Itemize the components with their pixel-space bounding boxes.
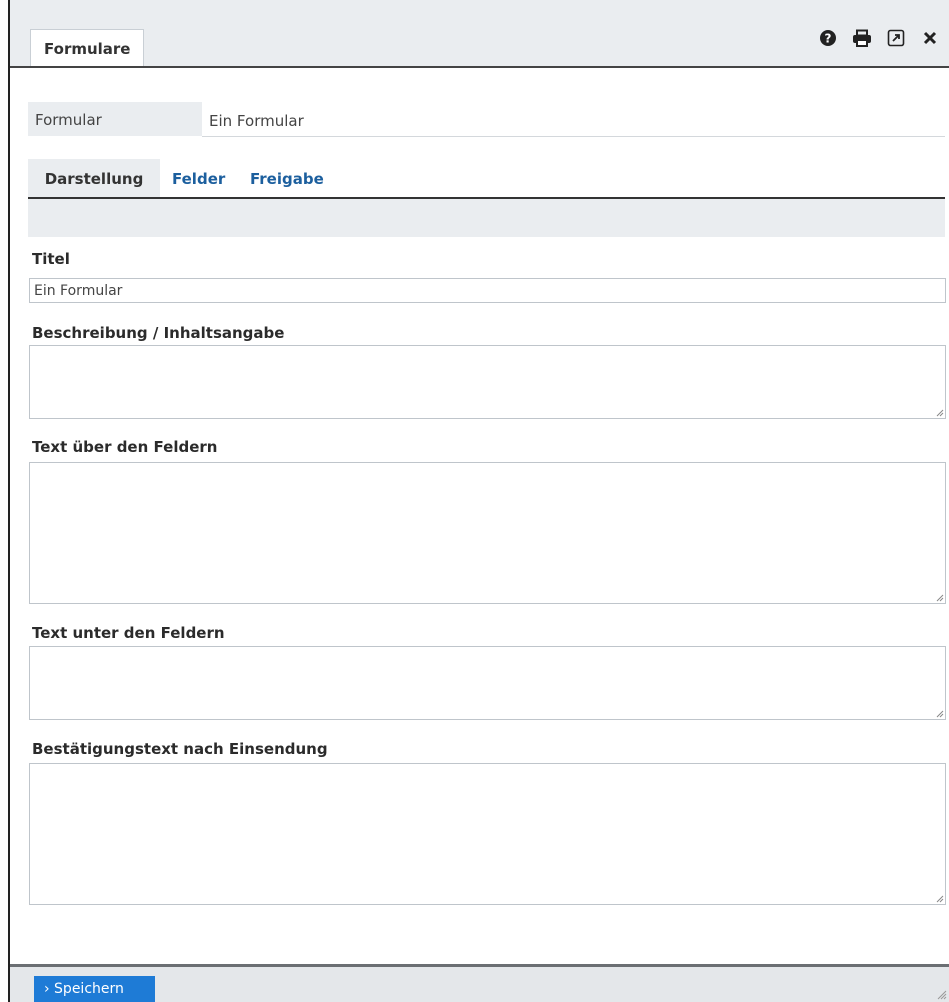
window-controls: ?	[817, 27, 941, 49]
beschreibung-textarea[interactable]	[29, 345, 946, 419]
resize-grip-icon[interactable]	[935, 593, 944, 602]
window-titlebar: Formulare ?	[10, 0, 949, 68]
bestaetigung-label: Bestätigungstext nach Einsendung	[32, 740, 328, 758]
print-icon[interactable]	[851, 27, 873, 49]
popout-icon[interactable]	[885, 27, 907, 49]
tab-felder[interactable]: Felder	[172, 159, 225, 197]
tab-bar: Darstellung Felder Freigabe	[28, 159, 945, 200]
svg-text:?: ?	[825, 32, 832, 46]
titel-label: Titel	[32, 250, 70, 268]
tab-darstellung[interactable]: Darstellung	[28, 159, 160, 197]
resize-grip-icon[interactable]	[935, 408, 944, 417]
text-unter-textarea[interactable]	[29, 646, 946, 720]
bestaetigung-textarea[interactable]	[29, 763, 946, 905]
beschreibung-label: Beschreibung / Inhaltsangabe	[32, 324, 285, 342]
help-icon[interactable]: ?	[817, 27, 839, 49]
text-ueber-textarea[interactable]	[29, 462, 946, 604]
resize-grip-icon[interactable]	[935, 894, 944, 903]
text-ueber-label: Text über den Feldern	[32, 438, 218, 456]
form-name-row: Formular Ein Formular	[28, 102, 945, 138]
tab-freigabe[interactable]: Freigabe	[250, 159, 324, 197]
close-icon[interactable]	[919, 27, 941, 49]
footer-bar: › Speichern	[10, 964, 949, 1002]
tab-toolbar	[28, 199, 945, 237]
window-tab[interactable]: Formulare	[30, 29, 145, 66]
form-editor-window: Formulare ? Formular Ein Formular Darste…	[8, 0, 949, 1002]
form-name-label: Formular	[28, 102, 202, 136]
form-name-value: Ein Formular	[202, 102, 945, 137]
text-unter-label: Text unter den Feldern	[32, 624, 225, 642]
window-resize-grip-icon[interactable]	[935, 988, 947, 1000]
titel-input[interactable]	[29, 278, 946, 303]
save-button[interactable]: › Speichern	[34, 976, 155, 1002]
resize-grip-icon[interactable]	[935, 709, 944, 718]
